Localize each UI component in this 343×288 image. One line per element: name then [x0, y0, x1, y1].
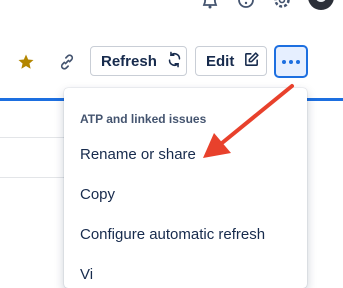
link-icon[interactable] — [55, 51, 79, 73]
star-icon[interactable] — [14, 51, 38, 73]
more-icon-dot — [289, 59, 293, 64]
menu-item-copy[interactable]: Copy — [80, 186, 115, 203]
divider — [0, 177, 66, 178]
edit-icon — [243, 51, 260, 72]
edit-button-label: Edit — [206, 52, 235, 70]
avatar[interactable] — [308, 0, 334, 10]
menu-section-heading: ATP and linked issues — [80, 112, 207, 126]
refresh-button-label: Refresh — [101, 52, 157, 70]
help-icon[interactable] — [236, 0, 256, 12]
gear-icon[interactable] — [272, 0, 292, 12]
bell-icon[interactable] — [200, 0, 220, 12]
active-tab-indicator — [0, 98, 66, 101]
more-actions-menu: ATP and linked issues Rename or share Co… — [64, 88, 307, 288]
refresh-button[interactable]: Refresh — [90, 46, 187, 76]
more-icon — [282, 59, 286, 64]
menu-item-view-as[interactable]: Vi — [80, 266, 93, 283]
edit-button[interactable]: Edit — [195, 46, 267, 76]
more-actions-button[interactable] — [274, 45, 308, 78]
menu-item-rename-or-share[interactable]: Rename or share — [80, 146, 196, 163]
more-icon-dot — [296, 59, 300, 64]
refresh-icon — [166, 51, 183, 72]
divider — [0, 137, 66, 138]
menu-item-configure-automatic-refresh[interactable]: Configure automatic refresh — [80, 226, 265, 243]
